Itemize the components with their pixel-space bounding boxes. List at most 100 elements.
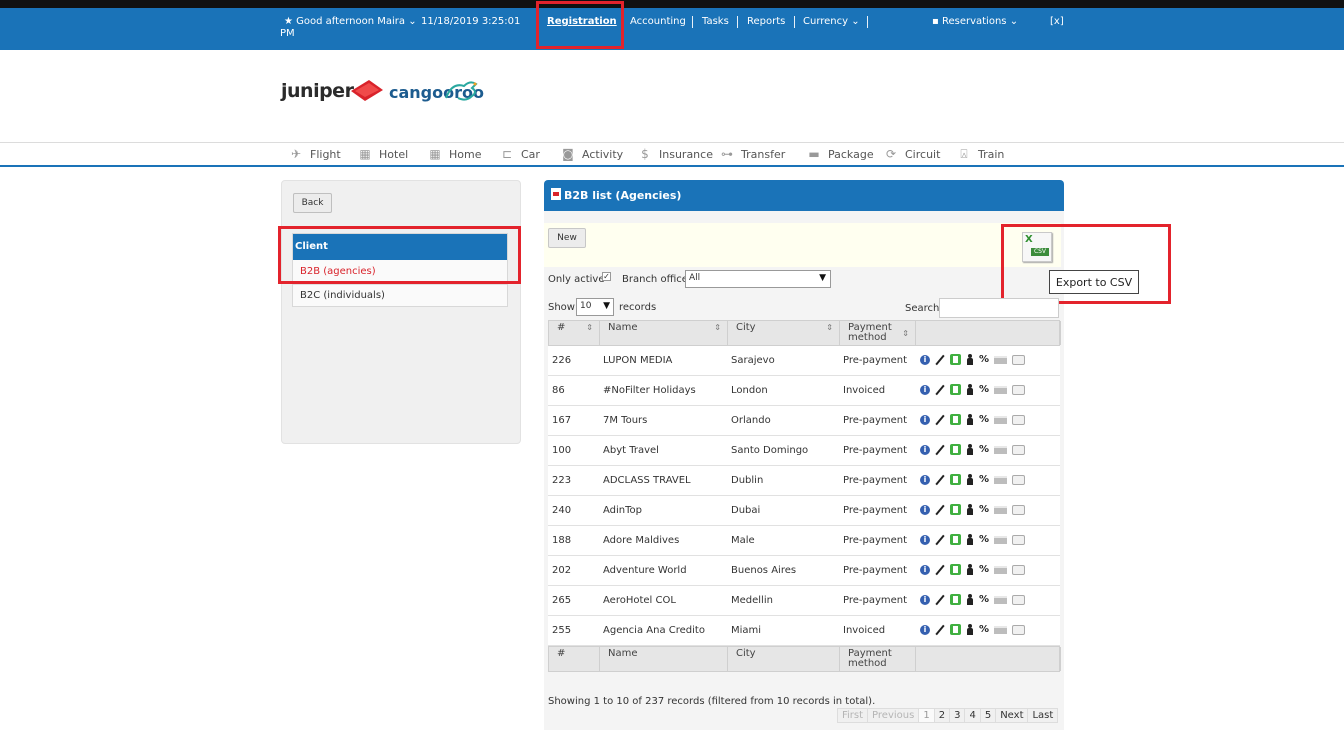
back-button[interactable]: Back [293,193,332,213]
product-nav-train[interactable]: ⍓ Train [956,145,1004,163]
edit-pencil-icon[interactable] [935,385,945,395]
credit-card-icon[interactable] [994,355,1008,364]
branch-office-select[interactable]: All ▼ [685,270,831,288]
page-2[interactable]: 2 [933,708,951,723]
edit-pencil-icon[interactable] [935,535,945,545]
column-header-name[interactable]: Name ⇕ [600,321,728,345]
percent-icon[interactable]: % [979,504,989,515]
product-nav-car[interactable]: ⊏ Car [499,145,540,163]
percent-icon[interactable]: % [979,534,989,545]
copy-icon[interactable] [950,444,961,455]
page-5[interactable]: 5 [979,708,997,723]
copy-icon[interactable] [950,564,961,575]
close-button[interactable]: [x] [1050,16,1064,27]
user-icon[interactable] [966,384,974,395]
percent-icon[interactable]: % [979,444,989,455]
edit-pencil-icon[interactable] [935,355,945,365]
percent-icon[interactable]: % [979,414,989,425]
info-icon[interactable]: i [920,504,930,515]
product-nav-circuit[interactable]: ⟳ Circuit [883,145,940,163]
nav-reservations[interactable]: ▪ Reservations ⌄ [932,16,1018,27]
payment-hand-icon[interactable] [1012,444,1026,455]
copy-icon[interactable] [950,354,961,365]
copy-icon[interactable] [950,504,961,515]
product-nav-package[interactable]: ▬ Package [806,145,873,163]
edit-pencil-icon[interactable] [935,505,945,515]
credit-card-icon[interactable] [994,565,1008,574]
copy-icon[interactable] [950,414,961,425]
sidebar-item-b2c-individuals[interactable]: B2C (individuals) [300,290,385,301]
product-nav-home[interactable]: ▦ Home [427,145,481,163]
percent-icon[interactable]: % [979,564,989,575]
percent-icon[interactable]: % [979,474,989,485]
credit-card-icon[interactable] [994,385,1008,394]
edit-pencil-icon[interactable] [935,445,945,455]
credit-card-icon[interactable] [994,505,1008,514]
payment-hand-icon[interactable] [1012,534,1026,545]
page-size-select[interactable]: 10 ▼ [576,298,614,316]
payment-hand-icon[interactable] [1012,474,1026,485]
info-icon[interactable]: i [920,444,930,455]
user-icon[interactable] [966,564,974,575]
copy-icon[interactable] [950,624,961,635]
payment-hand-icon[interactable] [1012,354,1026,365]
percent-icon[interactable]: % [979,384,989,395]
payment-hand-icon[interactable] [1012,594,1026,605]
copy-icon[interactable] [950,474,961,485]
nav-accounting[interactable]: Accounting [630,16,686,27]
page-4[interactable]: 4 [964,708,981,723]
info-icon[interactable]: i [920,564,930,575]
user-icon[interactable] [966,624,974,635]
edit-pencil-icon[interactable] [935,625,945,635]
info-icon[interactable]: i [920,354,930,365]
nav-tasks[interactable]: Tasks [702,16,729,27]
edit-pencil-icon[interactable] [935,595,945,605]
edit-pencil-icon[interactable] [935,565,945,575]
product-nav-activity[interactable]: ◙ Activity [560,145,623,163]
nav-currency[interactable]: Currency ⌄ [803,16,860,27]
edit-pencil-icon[interactable] [935,415,945,425]
page-next[interactable]: Next [995,708,1029,723]
percent-icon[interactable]: % [979,624,989,635]
user-icon[interactable] [966,594,974,605]
user-icon[interactable] [966,534,974,545]
sidebar-item-b2b-agencies[interactable]: B2B (agencies) [300,266,376,277]
product-nav-flight[interactable]: ✈ Flight [288,145,341,163]
copy-icon[interactable] [950,384,961,395]
product-nav-transfer[interactable]: ⊶ Transfer [719,145,785,163]
info-icon[interactable]: i [920,624,930,635]
percent-icon[interactable]: % [979,594,989,605]
user-icon[interactable] [966,474,974,485]
payment-hand-icon[interactable] [1012,504,1026,515]
info-icon[interactable]: i [920,384,930,395]
info-icon[interactable]: i [920,474,930,485]
user-icon[interactable] [966,354,974,365]
payment-hand-icon[interactable] [1012,624,1026,635]
credit-card-icon[interactable] [994,535,1008,544]
export-csv-button[interactable]: X CSV [1022,232,1052,262]
column-header-city[interactable]: City ⇕ [728,321,840,345]
payment-hand-icon[interactable] [1012,384,1026,395]
product-nav-insurance[interactable]: $ Insurance [637,145,713,163]
info-icon[interactable]: i [920,594,930,605]
info-icon[interactable]: i [920,534,930,545]
credit-card-icon[interactable] [994,415,1008,424]
greeting-menu[interactable]: ★ Good afternoon Maira ⌄ [284,16,417,27]
payment-hand-icon[interactable] [1012,564,1026,575]
user-icon[interactable] [966,414,974,425]
nav-registration[interactable]: Registration [547,16,617,27]
credit-card-icon[interactable] [994,475,1008,484]
nav-reports[interactable]: Reports [747,16,785,27]
credit-card-icon[interactable] [994,445,1008,454]
product-nav-hotel[interactable]: ▦ Hotel [357,145,408,163]
copy-icon[interactable] [950,534,961,545]
search-input[interactable] [939,298,1059,318]
edit-pencil-icon[interactable] [935,475,945,485]
credit-card-icon[interactable] [994,625,1008,634]
page-3[interactable]: 3 [949,708,966,723]
column-header-payment-method[interactable]: Payment method ⇕ [840,321,916,345]
payment-hand-icon[interactable] [1012,414,1026,425]
page-last[interactable]: Last [1027,708,1059,723]
user-icon[interactable] [966,504,974,515]
info-icon[interactable]: i [920,414,930,425]
